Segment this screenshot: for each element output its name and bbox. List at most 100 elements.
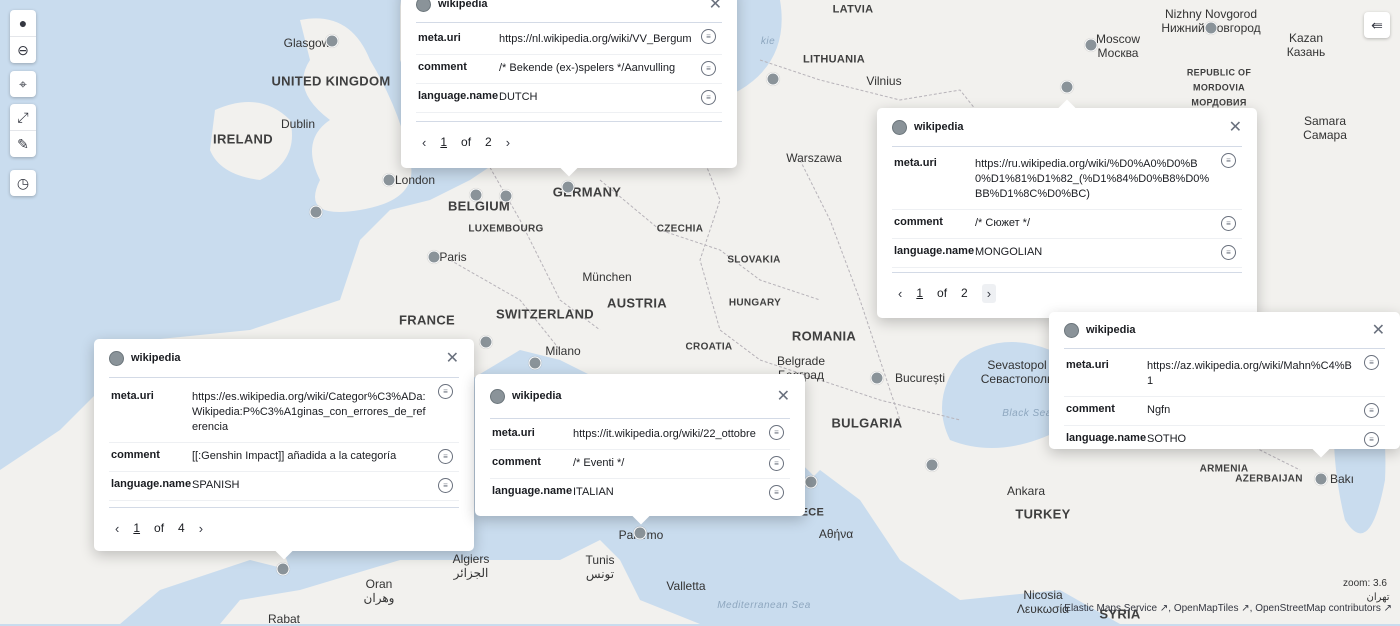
filter-icon[interactable]: ≡ [769, 456, 784, 471]
pagination: ‹ 1 of 2 › [416, 121, 722, 162]
city-label: Tunis تونس [585, 553, 615, 581]
data-point[interactable] [1314, 472, 1328, 486]
tools-control: ⤢ ✎ [10, 104, 36, 157]
expand-icon: ⤢ [17, 108, 29, 125]
current-page[interactable]: 1 [440, 135, 447, 149]
close-icon[interactable]: ✕ [1229, 117, 1242, 137]
country-label: TURKEY [1015, 506, 1071, 522]
chevron-right-icon[interactable]: › [506, 135, 510, 150]
current-page[interactable]: 1 [916, 286, 923, 300]
chevron-right-icon[interactable]: › [199, 521, 203, 536]
layer-icon [416, 0, 431, 12]
zoom-in-button[interactable]: ● [10, 10, 36, 36]
field-value: https://es.wikipedia.org/wiki/Categor%C3… [192, 391, 426, 433]
chevron-left-icon[interactable]: ‹ [898, 286, 902, 301]
city-label: București [894, 371, 946, 385]
data-point[interactable] [870, 371, 884, 385]
data-point[interactable] [469, 188, 483, 202]
city-label: Valletta [666, 579, 706, 593]
filter-icon[interactable]: ≡ [1364, 355, 1379, 370]
data-point[interactable] [276, 562, 290, 576]
field-value: /* Eventi */ [573, 457, 625, 469]
filter-icon[interactable]: ≡ [1221, 153, 1236, 168]
fit-to-data-button[interactable]: ⌖ [10, 71, 36, 97]
attribution-link[interactable]: OpenMapTiles [1174, 603, 1239, 614]
chevron-left-icon[interactable]: ‹ [422, 135, 426, 150]
filter-icon[interactable]: ≡ [769, 425, 784, 440]
field-key: meta.uri [492, 427, 535, 439]
city-label: Dublin [280, 117, 316, 131]
data-point[interactable] [1204, 21, 1218, 35]
country-label: SLOVAKIA [727, 254, 781, 266]
close-icon[interactable]: ✕ [1372, 320, 1385, 340]
layer-name: wikipedia [1086, 324, 1136, 336]
field-key: comment [1066, 403, 1115, 415]
close-icon[interactable]: ✕ [709, 0, 722, 14]
close-icon[interactable]: ✕ [446, 348, 459, 368]
filter-icon[interactable]: ≡ [1364, 432, 1379, 447]
country-label: CZECHIA [656, 223, 704, 235]
attribution-link[interactable]: OpenStreetMap contributors [1255, 603, 1381, 614]
expand-button[interactable]: ⤢ [10, 104, 36, 130]
layer-icon [109, 350, 124, 366]
data-point[interactable] [1060, 80, 1074, 94]
field-key: meta.uri [894, 157, 937, 169]
current-page[interactable]: 1 [133, 521, 140, 535]
layer-icon [1064, 322, 1079, 338]
measure-button[interactable]: ✎ [10, 130, 36, 157]
data-point[interactable] [325, 34, 339, 48]
filter-icon[interactable]: ≡ [701, 29, 716, 44]
field-value: /* Сюжет */ [975, 217, 1031, 229]
layer-control-toggle[interactable]: ⇚ [1364, 12, 1390, 38]
filter-icon[interactable]: ≡ [438, 384, 453, 399]
data-point[interactable] [804, 475, 818, 489]
city-label: Samara Самара [1303, 114, 1347, 142]
filter-icon[interactable]: ≡ [438, 449, 453, 464]
filter-icon[interactable]: ≡ [769, 485, 784, 500]
data-point[interactable] [309, 205, 323, 219]
data-point[interactable] [561, 180, 575, 194]
chevron-left-icon[interactable]: ‹ [115, 521, 119, 536]
data-point[interactable] [925, 458, 939, 472]
data-point[interactable] [528, 356, 542, 370]
popup-header: wikipedia ✕ [1064, 312, 1385, 349]
page-total: 4 [178, 521, 185, 535]
field-key: language.name [1066, 432, 1147, 444]
plus-icon: ● [18, 15, 28, 31]
filter-icon[interactable]: ≡ [438, 478, 453, 493]
data-point[interactable] [427, 250, 441, 264]
city-label: Warszawa [786, 151, 842, 165]
layer-name: wikipedia [438, 0, 488, 10]
layer-icon [490, 388, 505, 404]
data-point[interactable] [479, 335, 493, 349]
minus-icon: ⊖ [17, 41, 29, 58]
chevron-right-icon[interactable]: › [981, 283, 997, 303]
filter-icon[interactable]: ≡ [1364, 403, 1379, 418]
country-label: REPUBLIC OF MORDOVIA МОРДОВИЯ [1186, 67, 1252, 108]
page-of: of [461, 135, 472, 149]
country-label: LITHUANIA [803, 53, 865, 66]
country-label: FRANCE [399, 312, 455, 328]
country-label: SWITZERLAND [496, 306, 594, 322]
close-icon[interactable]: ✕ [777, 386, 790, 406]
data-point[interactable] [633, 526, 647, 540]
pagination: ‹ 1 of 2 › [892, 272, 1242, 313]
filter-icon[interactable]: ≡ [1221, 245, 1236, 260]
data-point[interactable] [382, 173, 396, 187]
field-value: https://nl.wikipedia.org/wiki/VV_Bergum [499, 33, 692, 45]
filter-icon[interactable]: ≡ [701, 61, 716, 76]
field-value: SPANISH [192, 479, 240, 491]
zoom-out-button[interactable]: ⊖ [10, 36, 36, 63]
menu-collapse-icon: ⇚ [1371, 16, 1383, 33]
field-key: comment [894, 216, 943, 228]
filter-icon[interactable]: ≡ [701, 90, 716, 105]
country-label: CROATIA [685, 341, 733, 353]
data-point[interactable] [766, 72, 780, 86]
timeslider-button[interactable]: ◷ [10, 170, 36, 196]
attribution-link[interactable]: Elastic Maps Service [1064, 603, 1157, 614]
country-label: BULGARIA [831, 415, 903, 431]
data-point[interactable] [499, 189, 513, 203]
field-value: MONGOLIAN [975, 246, 1043, 258]
filter-icon[interactable]: ≡ [1221, 216, 1236, 231]
data-point[interactable] [1084, 38, 1098, 52]
